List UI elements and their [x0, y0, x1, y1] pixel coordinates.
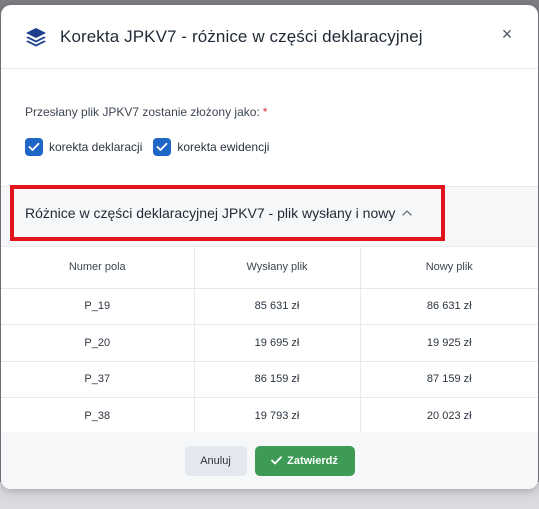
layers-icon — [26, 28, 46, 47]
new-value-cell: 86 631 zł — [360, 288, 538, 325]
checkbox-checked-icon[interactable] — [153, 138, 172, 156]
sent-value-cell: 86 159 zł — [194, 361, 361, 398]
close-icon[interactable]: × — [498, 25, 516, 43]
checkbox-label: korekta deklaracji — [49, 140, 143, 154]
checkbox-korekta-ewidencji[interactable]: korekta ewidencji — [153, 138, 269, 156]
confirm-label: Zatwierdź — [287, 454, 338, 467]
table-row: P_37 86 159 zł 87 159 zł — [1, 361, 538, 398]
intro-text: Przesłany plik JPKV7 zostanie złożony ja… — [25, 105, 267, 119]
confirm-button[interactable]: Zatwierdź — [254, 445, 355, 476]
table-row: P_20 19 695 zł 19 925 zł — [1, 324, 538, 362]
table-row: P_19 85 631 zł 86 631 zł — [1, 288, 538, 325]
section-toggle-differences[interactable]: Różnice w części deklaracyjnej JPKV7 - p… — [10, 185, 445, 241]
section-title: Różnice w części deklaracyjnej JPKV7 - p… — [25, 205, 396, 221]
column-header: Numer pola — [1, 247, 195, 289]
checkbox-label: korekta ewidencji — [177, 140, 270, 154]
modal-header: Korekta JPKV7 - różnice w części deklara… — [1, 5, 538, 69]
field-number-cell: P_38 — [1, 397, 195, 435]
check-icon — [271, 456, 283, 465]
differences-table: Numer pola Wysłany plik Nowy plik P_19 8… — [1, 246, 538, 435]
new-value-cell: 20 023 zł — [360, 397, 538, 435]
new-value-cell: 19 925 zł — [360, 324, 538, 362]
column-header: Nowy plik — [360, 247, 538, 289]
checkbox-korekta-deklaracji[interactable]: korekta deklaracji — [25, 138, 142, 156]
table-header-row: Numer pola Wysłany plik Nowy plik — [1, 247, 538, 289]
table-row: P_38 19 793 zł 20 023 zł — [1, 397, 538, 435]
modal-footer: Anuluj Zatwierdź — [1, 432, 538, 489]
chevron-up-icon — [402, 210, 413, 216]
field-number-cell: P_20 — [1, 324, 195, 362]
new-value-cell: 87 159 zł — [360, 361, 538, 398]
field-number-cell: P_19 — [1, 288, 195, 325]
intro-label: Przesłany plik JPKV7 zostanie złożony ja… — [25, 105, 260, 119]
correction-modal: Korekta JPKV7 - różnice w części deklara… — [1, 5, 538, 489]
sent-value-cell: 85 631 zł — [194, 288, 361, 325]
column-header: Wysłany plik — [194, 247, 361, 289]
cancel-button[interactable]: Anuluj — [184, 445, 247, 476]
modal-title: Korekta JPKV7 - różnice w części deklara… — [60, 27, 423, 46]
checkbox-checked-icon[interactable] — [25, 138, 43, 156]
field-number-cell: P_37 — [1, 361, 195, 398]
sent-value-cell: 19 695 zł — [194, 324, 361, 362]
sent-value-cell: 19 793 zł — [194, 397, 361, 435]
correction-options: korekta deklaracji korekta ewidencji — [25, 138, 269, 156]
required-mark: * — [262, 105, 268, 119]
